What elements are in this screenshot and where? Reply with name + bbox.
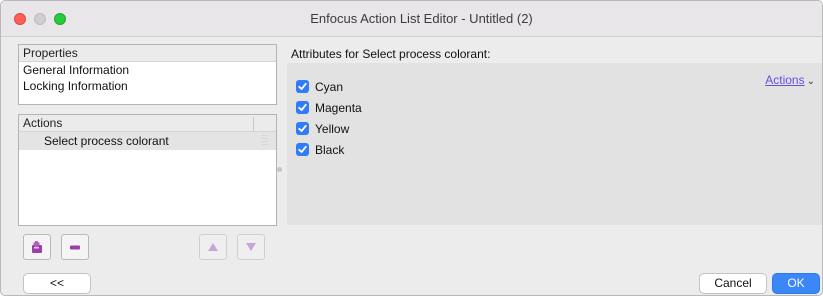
collapse-button[interactable]: << [23,273,91,294]
colorant-magenta-checkbox[interactable] [296,101,309,115]
properties-header: Properties [19,45,276,62]
column-divider [253,117,254,131]
actions-menu-label: Actions [765,73,805,87]
colorant-cyan-checkbox[interactable] [296,80,309,94]
add-action-icon [24,235,50,259]
properties-item-general-information[interactable]: General Information [19,62,276,78]
colorant-cyan-row[interactable]: Cyan [296,79,343,95]
attributes-area: Actions ⌄ Cyan Magenta Yellow Black [287,63,822,225]
drag-handle-icon[interactable] [262,135,268,146]
action-list-item[interactable]: Select process colorant [19,132,276,150]
move-up-icon [200,235,226,259]
colorant-black-checkbox[interactable] [296,143,309,157]
colorant-black-label: Black [315,143,345,157]
actions-header-label: Actions [23,116,63,130]
add-action-button[interactable] [23,234,51,260]
properties-item-locking-information[interactable]: Locking Information [19,78,276,94]
action-list-editor-window: Enfocus Action List Editor - Untitled (2… [0,0,823,296]
colorant-yellow-row[interactable]: Yellow [296,121,349,137]
attributes-title: Attributes for Select process colorant: [291,47,491,61]
colorant-magenta-row[interactable]: Magenta [296,100,362,116]
colorant-yellow-checkbox[interactable] [296,122,309,136]
colorant-black-row[interactable]: Black [296,142,344,158]
window-title: Enfocus Action List Editor - Untitled (2… [310,11,533,26]
colorant-magenta-label: Magenta [315,101,362,115]
chevron-down-icon: ⌄ [806,76,815,87]
actions-menu-link[interactable]: Actions ⌄ [765,73,815,87]
actions-header: Actions [19,115,276,132]
actions-panel: Actions Select process colorant [18,114,277,226]
splitter-handle[interactable] [277,167,282,172]
colorant-cyan-label: Cyan [315,80,344,94]
cancel-button[interactable]: Cancel [699,273,767,294]
move-up-button[interactable] [199,234,227,260]
remove-action-icon [62,235,88,259]
move-down-button[interactable] [237,234,265,260]
move-down-icon [238,235,264,259]
remove-action-button[interactable] [61,234,89,260]
properties-panel: Properties General Information Locking I… [18,44,277,105]
ok-button[interactable]: OK [772,273,820,294]
action-list-item-label: Select process colorant [44,134,169,148]
title-bar: Enfocus Action List Editor - Untitled (2… [1,1,822,37]
colorant-yellow-label: Yellow [315,122,350,136]
